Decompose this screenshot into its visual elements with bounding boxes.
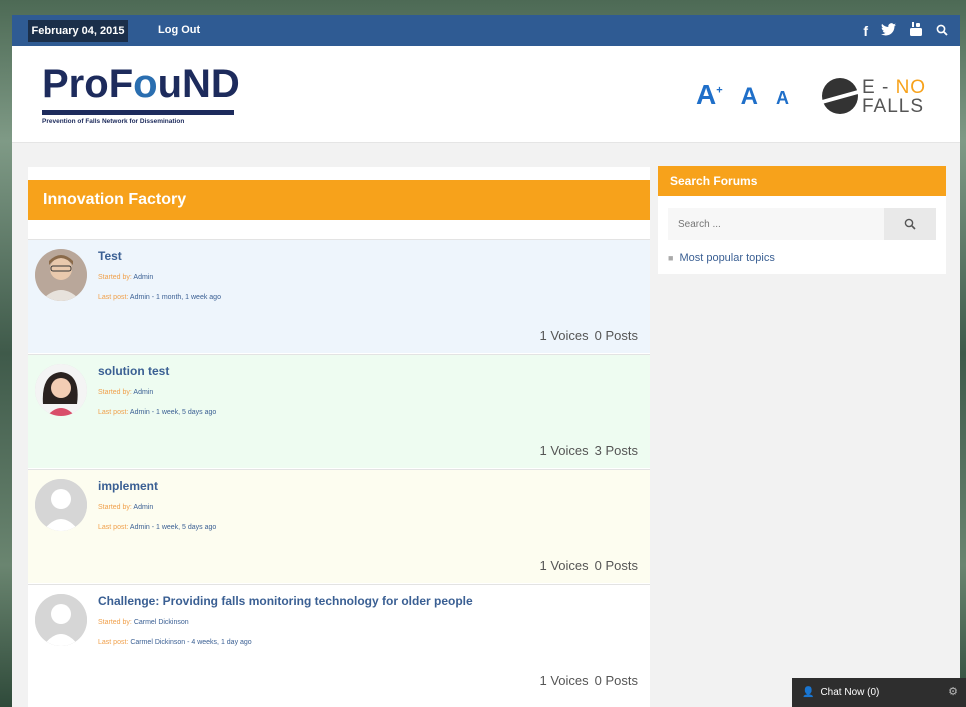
bullet-icon: ■: [668, 253, 674, 263]
profound-logo[interactable]: ProFouND Prevention of Falls Network for…: [42, 62, 240, 128]
topic-counts: 1 Voices 0 Posts: [539, 328, 638, 343]
topic-title-link[interactable]: solution test: [98, 364, 169, 378]
site-header: ProFouND Prevention of Falls Network for…: [12, 46, 960, 143]
font-reset-button[interactable]: A: [741, 83, 758, 111]
logo-bar: [42, 110, 234, 115]
search-button[interactable]: [884, 208, 936, 240]
popular-topics-item: ■ Most popular topics: [668, 252, 775, 264]
e-no-falls-text: E - NO FALLS: [862, 77, 927, 117]
topic-started-by: Started by: Admin: [98, 504, 154, 511]
avatar[interactable]: [35, 479, 87, 531]
topic-title-link[interactable]: implement: [98, 479, 158, 493]
topic-last-post: Last post: Admin - 1 week, 5 days ago: [98, 524, 217, 531]
popular-topics-link[interactable]: Most popular topics: [679, 252, 774, 264]
facebook-icon[interactable]: f: [863, 23, 868, 39]
search-input[interactable]: [668, 208, 884, 240]
font-increase-button[interactable]: A+: [696, 79, 723, 111]
social-icons: f: [863, 15, 948, 46]
youtube-icon[interactable]: [909, 21, 923, 40]
user-icon: 👤: [802, 687, 815, 698]
logout-link[interactable]: Log Out: [158, 15, 200, 46]
forum-main: Innovation Factory Test Started by: Admi…: [28, 167, 650, 707]
font-size-controls: A+ A A: [696, 79, 789, 111]
topic-last-post: Last post: Admin - 1 month, 1 week ago: [98, 294, 221, 301]
topic-started-by: Started by: Admin: [98, 274, 154, 281]
topic-started-by: Started by: Admin: [98, 389, 154, 396]
search-icon[interactable]: [936, 23, 948, 39]
topic-counts: 1 Voices 3 Posts: [539, 443, 638, 458]
topic-title-link[interactable]: Test: [98, 249, 122, 263]
gear-icon[interactable]: ⚙: [948, 678, 958, 707]
logo-wordmark: ProFouND: [42, 62, 240, 106]
widget-title: Search Forums: [658, 166, 946, 196]
topic-counts: 1 Voices 0 Posts: [539, 673, 638, 688]
chat-now-bar[interactable]: 👤 Chat Now (0) ⚙: [792, 678, 966, 707]
forum-title: Innovation Factory: [28, 180, 650, 220]
topic-row: Test Started by: Admin Last post: Admin …: [28, 239, 650, 353]
topic-row: solution test Started by: Admin Last pos…: [28, 354, 650, 468]
default-avatar-icon: [35, 479, 87, 531]
e-no-falls-emblem-icon: [822, 78, 858, 114]
search-forums-widget: Search Forums ■ Most popular topics: [658, 166, 946, 274]
top-bar: February 04, 2015 Log Out f: [12, 15, 960, 46]
topic-last-post: Last post: Carmel Dickinson - 4 weeks, 1…: [98, 639, 252, 646]
logo-tagline: Prevention of Falls Network for Dissemin…: [42, 118, 185, 125]
topic-title-link[interactable]: Challenge: Providing falls monitoring te…: [98, 594, 473, 608]
font-decrease-button[interactable]: A: [776, 88, 789, 109]
default-avatar-icon: [35, 594, 87, 646]
chat-label: Chat Now (0): [820, 687, 880, 698]
search-icon: [904, 218, 916, 230]
e-no-falls-logo[interactable]: E - NO FALLS: [820, 76, 938, 120]
topic-row: implement Started by: Admin Last post: A…: [28, 469, 650, 583]
avatar[interactable]: [35, 364, 87, 416]
page: February 04, 2015 Log Out f ProFouND Pre…: [12, 15, 960, 707]
avatar[interactable]: [35, 594, 87, 646]
topic-row: Challenge: Providing falls monitoring te…: [28, 584, 650, 698]
topic-counts: 1 Voices 0 Posts: [539, 558, 638, 573]
date-badge: February 04, 2015: [28, 20, 128, 42]
topic-last-post: Last post: Admin - 1 week, 5 days ago: [98, 409, 217, 416]
avatar[interactable]: [35, 249, 87, 301]
topic-started-by: Started by: Carmel Dickinson: [98, 619, 189, 626]
twitter-icon[interactable]: [881, 22, 896, 39]
